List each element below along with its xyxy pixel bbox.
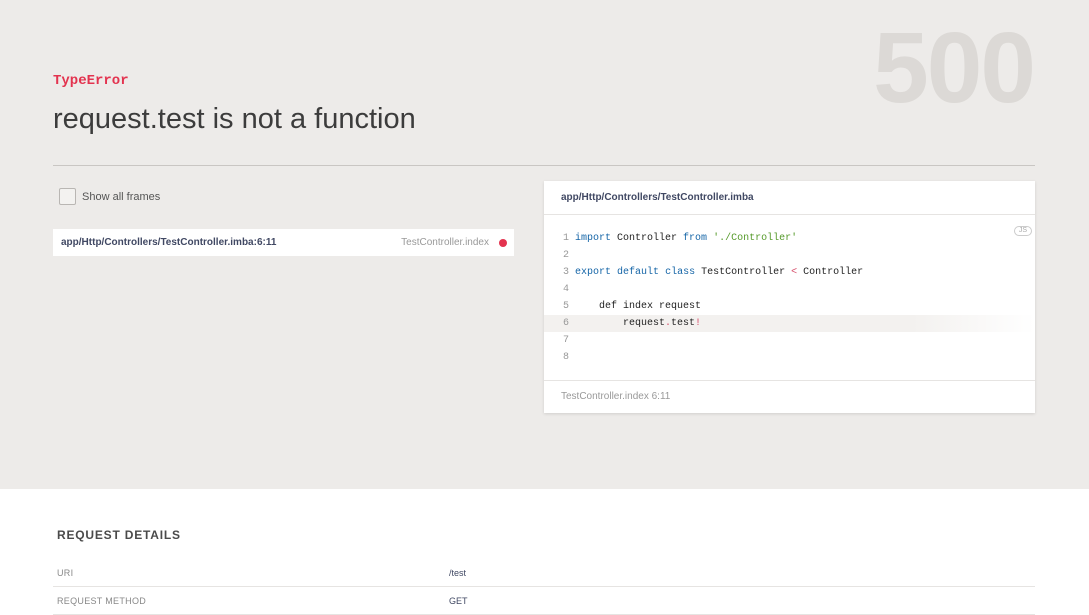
- code-token: test: [671, 318, 696, 329]
- code-file-path[interactable]: app/Http/Controllers/TestController.imba: [544, 181, 1035, 215]
- error-header-section: 500 TypeError request.test is not a func…: [0, 0, 1089, 489]
- code-line: 7: [544, 332, 1035, 349]
- line-number: 5: [562, 301, 569, 312]
- code-token: export: [575, 267, 612, 278]
- request-detail-value: /test: [449, 567, 467, 578]
- error-type: TypeError: [53, 73, 129, 89]
- frame-method: TestController.index: [401, 237, 489, 248]
- line-number: 1: [562, 233, 569, 244]
- code-panel: app/Http/Controllers/TestController.imba…: [544, 181, 1035, 413]
- code-token: def index request: [575, 301, 702, 312]
- code-token: Controller: [611, 233, 684, 244]
- highlighted-code-line: 6 request. test!: [544, 315, 1035, 332]
- request-detail-value: GET: [449, 595, 468, 606]
- code-token: default: [617, 267, 660, 278]
- code-snippet: JS 1 import Controller from './Controlle…: [544, 215, 1035, 381]
- active-frame-indicator: [499, 238, 507, 247]
- stack-frame[interactable]: app/Http/Controllers/TestController.imba…: [53, 229, 514, 256]
- code-line: 4: [544, 281, 1035, 298]
- request-detail-key: URI: [57, 567, 74, 578]
- code-token: Controller: [797, 267, 864, 278]
- line-number: 2: [562, 250, 569, 261]
- request-detail-row: REQUEST METHOD GET: [53, 587, 1035, 615]
- divider: [53, 165, 1035, 166]
- code-token: !: [695, 318, 702, 329]
- line-number: 3: [562, 267, 569, 278]
- code-location: TestController.index 6:11: [561, 391, 671, 402]
- code-line: 8: [544, 349, 1035, 366]
- line-number: 8: [562, 352, 569, 363]
- show-all-frames-toggle[interactable]: Show all frames: [59, 188, 160, 205]
- line-number: 6: [562, 318, 569, 329]
- show-all-frames-checkbox[interactable]: [59, 188, 76, 205]
- frame-file-path: app/Http/Controllers/TestController.imba…: [61, 237, 277, 248]
- language-badge-icon: JS: [1013, 226, 1032, 236]
- code-token: TestController: [695, 267, 792, 278]
- code-line: 1 import Controller from './Controller': [544, 230, 1035, 247]
- request-details-title: REQUEST DETAILS: [57, 528, 181, 542]
- line-number: 4: [562, 284, 569, 295]
- request-details-section: REQUEST DETAILS URI /test REQUEST METHOD…: [0, 489, 1089, 615]
- code-token: from: [683, 233, 708, 244]
- code-token: request: [575, 318, 666, 329]
- code-line: 3 export default class TestController < …: [544, 264, 1035, 281]
- code-line: 2: [544, 247, 1035, 264]
- code-line: 5 def index request: [544, 298, 1035, 315]
- code-token: class: [665, 267, 696, 278]
- code-token: import: [575, 233, 612, 244]
- show-all-frames-label: Show all frames: [82, 190, 161, 203]
- request-detail-row: URI /test: [53, 559, 1035, 587]
- request-detail-key: REQUEST METHOD: [57, 595, 147, 606]
- line-number: 7: [562, 335, 569, 346]
- code-token: './Controller': [713, 233, 798, 244]
- status-code: 500: [873, 12, 1036, 124]
- error-message: request.test is not a function: [53, 103, 416, 135]
